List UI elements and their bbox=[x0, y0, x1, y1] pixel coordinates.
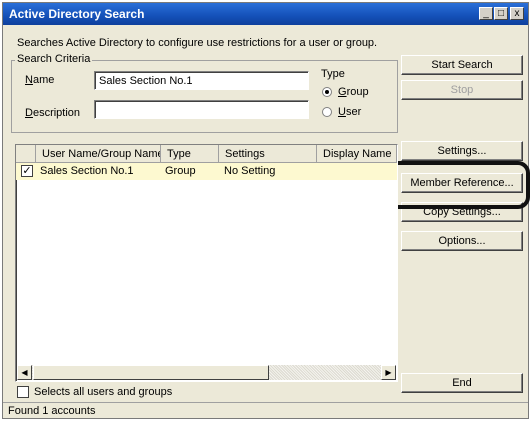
minimize-button[interactable]: _ bbox=[479, 7, 493, 20]
status-text: Found 1 accounts bbox=[8, 405, 96, 417]
stop-button[interactable]: Stop bbox=[401, 80, 523, 100]
group-radio[interactable] bbox=[322, 87, 332, 97]
group-radio-label: Group bbox=[338, 86, 369, 98]
highlight-annotation bbox=[384, 161, 530, 209]
description-label: Description bbox=[25, 107, 81, 119]
select-all-label: Selects all users and groups bbox=[34, 386, 173, 398]
user-radio[interactable] bbox=[322, 107, 332, 117]
active-directory-search-window: Active Directory Search _ □ x Searches A… bbox=[2, 2, 530, 419]
scrollbar-thumb[interactable] bbox=[33, 365, 269, 380]
row-checkbox[interactable]: ✓ bbox=[21, 165, 33, 177]
user-radio-label: User bbox=[338, 106, 362, 118]
horizontal-scrollbar[interactable]: ◀ ▶ bbox=[17, 365, 396, 380]
column-header-check[interactable] bbox=[16, 145, 36, 163]
results-list[interactable]: User Name/Group Name Type Settings Displ… bbox=[15, 144, 398, 382]
search-criteria-label: Search Criteria bbox=[15, 53, 93, 65]
column-header-settings[interactable]: Settings bbox=[219, 145, 317, 163]
settings-button[interactable]: Settings... bbox=[401, 141, 523, 161]
description-text: Searches Active Directory to configure u… bbox=[17, 37, 378, 49]
window-title: Active Directory Search bbox=[9, 7, 145, 21]
row-settings: No Setting bbox=[224, 165, 276, 177]
row-type: Group bbox=[165, 165, 196, 177]
description-input[interactable] bbox=[94, 100, 309, 119]
column-header-display-name[interactable]: Display Name bbox=[317, 145, 397, 163]
table-row[interactable]: ✓ Sales Section No.1 Group No Setting bbox=[16, 163, 397, 180]
select-all-checkbox[interactable] bbox=[17, 386, 29, 398]
scroll-left-icon[interactable]: ◀ bbox=[17, 365, 32, 380]
scroll-right-icon[interactable]: ▶ bbox=[381, 365, 396, 380]
name-input[interactable] bbox=[94, 71, 309, 90]
title-bar: Active Directory Search _ □ x bbox=[3, 3, 528, 25]
type-label: Type bbox=[321, 68, 345, 80]
options-button[interactable]: Options... bbox=[401, 231, 523, 251]
row-name: Sales Section No.1 bbox=[40, 165, 134, 177]
column-header-name[interactable]: User Name/Group Name bbox=[36, 145, 161, 163]
status-bar: Found 1 accounts bbox=[3, 402, 528, 418]
column-header-type[interactable]: Type bbox=[161, 145, 219, 163]
end-button[interactable]: End bbox=[401, 373, 523, 393]
start-search-button[interactable]: Start Search bbox=[401, 55, 523, 75]
close-button[interactable]: x bbox=[510, 7, 524, 20]
maximize-button[interactable]: □ bbox=[494, 7, 508, 20]
name-label: Name bbox=[25, 74, 55, 86]
